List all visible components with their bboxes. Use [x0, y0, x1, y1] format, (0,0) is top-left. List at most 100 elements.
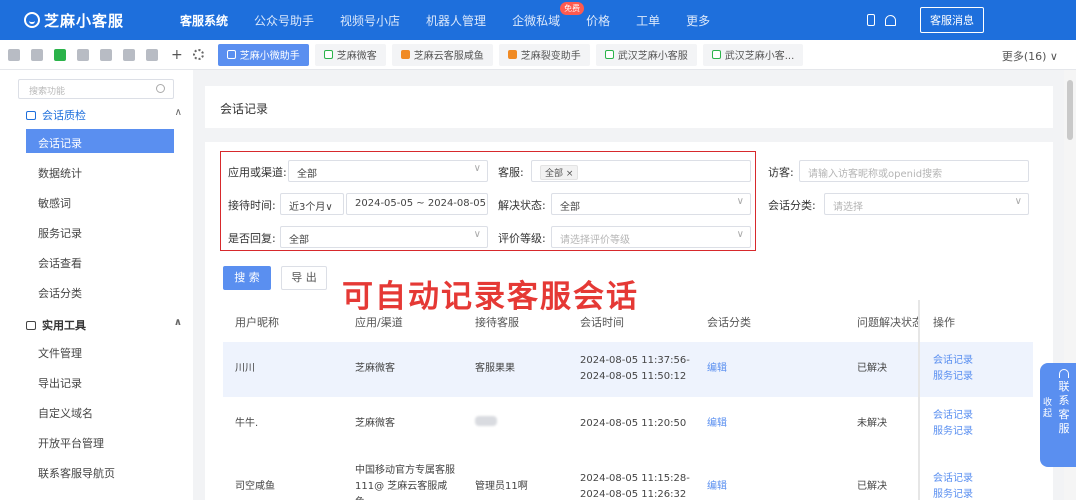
sidebar-item[interactable]: 服务记录 — [26, 219, 174, 243]
cell-nickname: 牛牛. — [235, 418, 259, 429]
rating-placeholder: 请选择评价等级 — [560, 235, 630, 246]
app-channel-value: 全部 — [297, 169, 317, 180]
cell-agent-redacted — [475, 416, 497, 432]
app-channel-select[interactable]: 全部 ∨ — [288, 160, 488, 182]
phone-icon[interactable] — [867, 14, 875, 26]
nav-item[interactable]: 机器人管理 — [426, 12, 486, 29]
monitor-icon — [26, 110, 36, 120]
sidebar-item[interactable]: 数据统计 — [26, 159, 174, 183]
contact-support-float[interactable]: 收起 联系客服 — [1040, 363, 1076, 467]
chevron-down-icon: ∨ — [473, 163, 481, 174]
table-row: 牛牛. 芝麻微客 2024-08-05 11:20:50 编辑 未解决 会话记录 服务记录 — [223, 397, 1033, 452]
nav-item[interactable]: 公众号助手 — [254, 12, 314, 29]
cell-agent: 客服果果 — [475, 363, 515, 374]
app-tab[interactable]: 武汉芝麻小客服 — [595, 43, 697, 66]
add-app-icon[interactable]: + — [171, 47, 183, 63]
column-header-channel: 应用/渠道 — [355, 316, 403, 329]
agent-label: 客服: — [498, 166, 524, 179]
rating-select[interactable]: 请选择评价等级 ∨ — [551, 226, 751, 248]
session-category-select[interactable]: 请选择 ∨ — [824, 193, 1029, 215]
sidebar-item[interactable]: 会话分类 — [26, 279, 174, 303]
sidebar-item[interactable]: 敏感词 — [26, 189, 174, 213]
sidebar-item[interactable]: 自定义域名 — [26, 399, 174, 423]
app-tab[interactable]: 芝麻裂变助手 — [498, 43, 590, 66]
chat-icon[interactable] — [31, 48, 43, 61]
sidebar: 搜索功能 会话质检 ∧ 会话记录数据统计敏感词服务记录会话查看会话分类 实用工具… — [0, 70, 193, 500]
sidebar-item[interactable]: 文件管理 — [26, 339, 174, 363]
more-apps-dropdown[interactable]: 更多(16) ∨ — [1002, 48, 1058, 64]
view-session-record-link[interactable]: 会话记录 — [933, 408, 973, 424]
agent-tag[interactable]: 全部 × — [540, 165, 579, 180]
sidebar-item[interactable]: 会话记录 — [26, 129, 174, 153]
wechat-app-icon[interactable] — [54, 48, 66, 61]
app-tab-icon — [604, 50, 614, 59]
app-tab-label: 芝麻小微助手 — [239, 51, 300, 62]
app-tab-strip: + 芝麻小微助手 芝麻微客 芝麻云客服咸鱼 芝麻裂变助手 武汉芝麻小客服 武汉芝麻小客..… — [0, 40, 1076, 70]
agent-select[interactable]: 全部 × — [531, 160, 751, 182]
nav-item[interactable]: 客服系统 — [180, 12, 228, 29]
search-button[interactable]: 搜 索 — [223, 266, 271, 290]
app-tab-label: 芝麻云客服咸鱼 — [413, 51, 484, 62]
resolve-status-label: 解决状态: — [498, 199, 546, 212]
scroll-thumb[interactable] — [1067, 80, 1073, 140]
view-session-record-link[interactable]: 会话记录 — [933, 353, 973, 369]
feature-search-input[interactable]: 搜索功能 — [18, 79, 174, 99]
replied-select[interactable]: 全部 ∨ — [280, 226, 488, 248]
export-button[interactable]: 导 出 — [281, 266, 327, 290]
chevron-down-icon: ∨ — [1014, 196, 1022, 207]
visitor-search-input[interactable]: 请输入访客昵称或openid搜索 — [799, 160, 1029, 182]
chevron-up-icon: ∧ — [173, 317, 182, 328]
brand[interactable]: 芝麻小客服 — [24, 10, 164, 31]
sidebar-item[interactable]: 导出记录 — [26, 369, 174, 393]
sidebar-item[interactable]: 联系客服导航页 — [26, 459, 174, 483]
settings-app-icon[interactable] — [146, 48, 158, 61]
collapse-float-button[interactable]: 收起 — [1043, 398, 1052, 420]
view-service-record-link[interactable]: 服务记录 — [933, 369, 973, 385]
column-header-actions: 操作 — [933, 316, 955, 329]
customer-message-button[interactable]: 客服消息 — [920, 7, 984, 33]
edit-category-link[interactable]: 编辑 — [707, 416, 727, 432]
edit-category-link[interactable]: 编辑 — [707, 361, 727, 377]
date-range-picker[interactable]: 2024-05-05 ~ 2024-08-05 — [346, 193, 488, 215]
visitor-placeholder: 请输入访客昵称或openid搜索 — [808, 169, 943, 180]
nav-item[interactable]: 视频号小店 — [340, 12, 400, 29]
page-header: 会话记录 — [205, 86, 1053, 128]
nav-item[interactable]: 工单 — [636, 12, 660, 29]
app-tab[interactable]: 武汉芝麻小客... — [702, 43, 804, 66]
gear-icon[interactable] — [192, 49, 204, 60]
sidebar-group-tools[interactable]: 实用工具 ∧ — [26, 317, 182, 333]
view-service-record-link[interactable]: 服务记录 — [933, 487, 973, 500]
cell-time-start: 2024-08-05 11:20:50 — [580, 418, 687, 429]
nav-item[interactable]: 企微私域 免费 — [512, 1, 585, 29]
cell-channel: 芝麻微客 — [355, 363, 395, 374]
bell-icon[interactable] — [885, 14, 896, 26]
resolve-status-select[interactable]: 全部 ∨ — [551, 193, 751, 215]
link-icon[interactable] — [77, 48, 89, 61]
app-tab[interactable]: 芝麻云客服咸鱼 — [391, 43, 493, 66]
session-category-label: 会话分类: — [768, 199, 816, 212]
app-tab[interactable]: 芝麻微客 — [314, 43, 386, 66]
view-session-record-link[interactable]: 会话记录 — [933, 471, 973, 487]
puzzle-icon[interactable] — [100, 48, 112, 61]
app-tab[interactable]: 芝麻小微助手 — [217, 43, 309, 66]
grid-icon[interactable] — [123, 48, 135, 61]
nav-item[interactable]: 更多 — [686, 12, 710, 29]
column-header-resolve-status: 问题解决状态 — [857, 316, 919, 329]
nav-item[interactable]: 价格 — [586, 12, 610, 29]
cell-agent: 管理员11啊 — [475, 481, 528, 492]
session-category-placeholder: 请选择 — [833, 202, 863, 213]
sidebar-item[interactable]: 开放平台管理 — [26, 429, 174, 453]
sidebar-group-session-qc[interactable]: 会话质检 ∧ — [26, 107, 182, 123]
sidebar-item[interactable]: 会话查看 — [26, 249, 174, 273]
top-nav-bar: 芝麻小客服 客服系统 公众号助手 视频号小店 机器人管理 企微私域 免费 价格 工单 更多 客服… — [0, 0, 1076, 40]
contact-support-label: 联系客服 — [1058, 380, 1070, 435]
rating-label: 评价等级: — [498, 232, 546, 245]
edit-category-link[interactable]: 编辑 — [707, 479, 727, 495]
fixed-column-divider — [918, 300, 920, 500]
time-range-select[interactable]: 近3个月∨ — [280, 193, 344, 215]
view-service-record-link[interactable]: 服务记录 — [933, 424, 973, 440]
app-tab-label: 芝麻裂变助手 — [520, 51, 581, 62]
column-header-session-time: 会话时间 — [580, 316, 624, 329]
search-icon — [156, 84, 165, 93]
app-icon[interactable] — [8, 48, 20, 61]
